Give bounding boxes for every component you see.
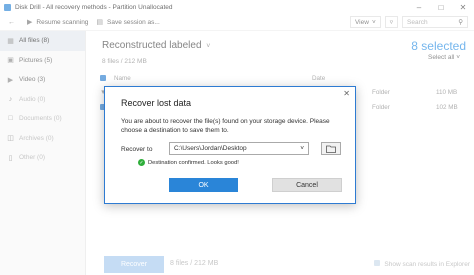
chevron-down-icon: ˅ bbox=[300, 145, 304, 152]
dialog-description: You are about to recover the file(s) fou… bbox=[121, 118, 330, 134]
destination-confirmation: ✓ Destination confirmed. Looks good! bbox=[138, 159, 239, 166]
cancel-button[interactable]: Cancel bbox=[272, 178, 342, 192]
folder-icon bbox=[326, 145, 336, 153]
browse-folder-button[interactable] bbox=[321, 142, 341, 155]
dialog-title: Recover lost data bbox=[121, 98, 192, 108]
check-circle-icon: ✓ bbox=[138, 159, 145, 166]
recover-to-label: Recover to bbox=[121, 146, 153, 153]
destination-path-value: C:\Users\Jordan\Desktop bbox=[174, 145, 247, 152]
confirmation-text: Destination confirmed. Looks good! bbox=[148, 159, 239, 166]
recover-dialog: ✕ Recover lost data You are about to rec… bbox=[104, 86, 356, 204]
destination-path-select[interactable]: C:\Users\Jordan\Desktop ˅ bbox=[169, 142, 309, 155]
ok-button[interactable]: OK bbox=[169, 178, 238, 192]
close-icon[interactable]: ✕ bbox=[343, 89, 350, 98]
